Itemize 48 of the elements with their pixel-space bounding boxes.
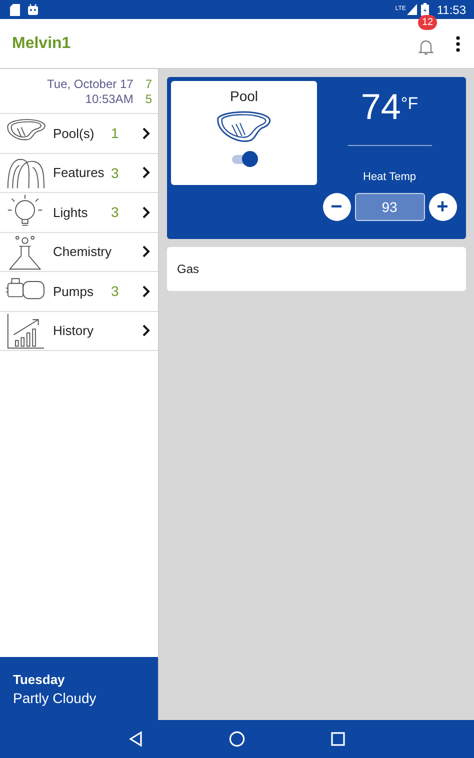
heat-temp-label: Heat Temp	[363, 171, 416, 183]
chevron-icon	[142, 206, 150, 219]
more-menu-button[interactable]	[456, 36, 460, 52]
home-icon[interactable]	[229, 731, 245, 747]
item-count: 3	[111, 204, 120, 220]
item-label: Lights	[53, 204, 89, 220]
increase-button[interactable]: +	[428, 193, 456, 221]
notifications-button[interactable]	[418, 38, 434, 56]
weather-condition: Partly Cloudy	[13, 690, 98, 706]
sidebar-item[interactable]: Chemistry	[0, 232, 158, 272]
sidebar-item[interactable]: Pumps 3	[0, 272, 158, 312]
date-text: Tue, October 17	[47, 77, 134, 92]
item-count: 3	[111, 164, 120, 181]
sidebar-item[interactable]: History	[0, 312, 158, 351]
recents-icon[interactable]	[331, 732, 345, 746]
item-label: Pumps	[53, 284, 94, 299]
sidebar-item[interactable]: Lights 3	[0, 193, 158, 232]
pool-name: Pool	[230, 88, 258, 104]
back-icon[interactable]	[129, 731, 143, 747]
temperature-unit: °F	[400, 94, 418, 114]
item-count: 1	[111, 125, 120, 142]
app-title: Melvin1	[12, 34, 71, 52]
sd-card-icon	[10, 4, 20, 16]
chevron-icon	[142, 166, 150, 180]
sidebar-item[interactable]: Pool(s) 1	[0, 114, 158, 154]
chevron-icon	[142, 324, 150, 338]
item-label: Features	[53, 165, 106, 180]
android-icon	[27, 4, 39, 15]
item-label: Chemistry	[53, 244, 111, 260]
item-count: 3	[111, 283, 120, 300]
setpoint-field[interactable]: 93	[354, 193, 424, 221]
battery-icon	[420, 3, 429, 16]
item-label: History	[53, 323, 94, 338]
chevron-icon	[142, 126, 150, 140]
time-text: 10:53AM	[85, 92, 134, 107]
decrease-button[interactable]: −	[322, 193, 350, 221]
temperature-reading: 74	[360, 87, 401, 127]
heater-label: Gas	[177, 262, 200, 276]
weather-day: Tuesday	[13, 672, 158, 686]
pool-toggle[interactable]	[230, 150, 258, 168]
date-count: 7	[145, 77, 152, 92]
sidebar-item[interactable]: Features 3	[0, 154, 158, 193]
item-label: Pool(s)	[53, 126, 96, 141]
time-count: 5	[145, 92, 152, 107]
signal-icon	[406, 4, 417, 15]
chevron-icon	[142, 284, 150, 298]
clock: 11:53	[436, 2, 466, 16]
chevron-icon	[142, 245, 150, 258]
